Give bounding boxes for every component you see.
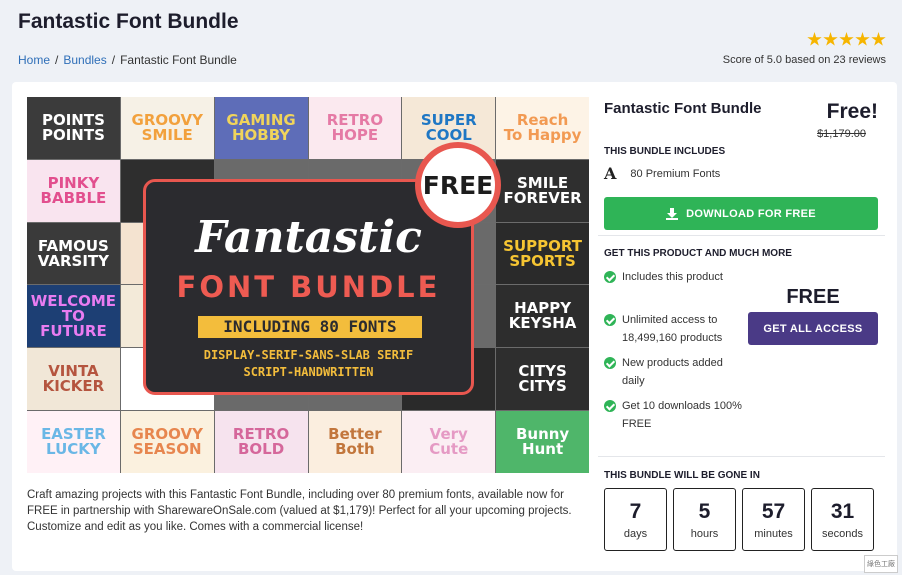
watermark-logo: 綠色工廠 [864,555,898,573]
get-all-access-button[interactable]: GET ALL ACCESS [748,312,878,345]
countdown-unit: days [623,527,648,540]
countdown-value: 5 [698,499,711,523]
font-preview-tile: EASTER LUCKY [27,411,120,473]
countdown-unit: seconds [822,527,863,540]
font-preview-tile: PINKY BABBLE [27,159,120,222]
font-preview-tile: GROOVY SEASON [120,411,214,473]
page-title: Fantastic Font Bundle [18,10,239,33]
feature-text: New products added daily [622,357,723,387]
font-preview-tile: RETRO HOPE [308,97,402,159]
check-icon [604,400,616,412]
hero-script-title: Fantastic [195,212,422,263]
breadcrumb: Home / Bundles / Fantastic Font Bundle [18,53,237,67]
countdown-seconds: 31 seconds [811,488,874,551]
font-preview-tile: Very Cute [402,411,496,473]
more-label: GET THIS PRODUCT AND MUCH MORE [604,248,792,259]
font-preview-tile: Reach To Happy [496,97,589,159]
font-preview-tile: CITYS CITYS [496,348,589,411]
countdown-minutes: 57 minutes [742,488,805,551]
free-badge: FREE [415,142,501,228]
font-preview-tile: SMILE FOREVER [496,159,589,222]
font-icon: A [604,164,617,183]
download-button-label: DOWNLOAD FOR FREE [686,207,816,220]
font-preview-tile: WELCOME TO FUTURE [27,285,120,348]
star-icon [839,32,854,46]
star-icon [823,32,838,46]
includes-text: 80 Premium Fonts [630,167,721,180]
font-preview-tile: Bunny Hunt [496,411,589,473]
countdown-unit: minutes [754,527,793,540]
font-preview-tile: VINTA KICKER [27,348,120,411]
hero-including-banner: INCLUDING 80 FONTS [198,316,422,338]
rating-score: Score of 5.0 based on 23 reviews [722,54,886,66]
bundle-includes-item: A 80 Premium Fonts [604,164,720,183]
check-icon [604,271,616,283]
font-preview-tile: GAMING HOBBY [214,97,308,159]
hero-styles-line: SCRIPT-HANDWRITTEN [243,365,374,379]
bundle-description: Craft amazing projects with this Fantast… [27,489,572,533]
breadcrumb-bundles-link[interactable]: Bundles [63,53,106,67]
font-preview-tile: HAPPY KEYSHA [496,285,589,348]
countdown-value: 57 [761,499,786,523]
countdown-days: 7 days [604,488,667,551]
breadcrumb-separator: / [111,53,116,67]
countdown-hours: 5 hours [673,488,736,551]
feature-item: Includes this product [604,268,744,286]
feature-item: New products added daily [604,354,744,390]
price: Free! [826,100,878,123]
download-for-free-button[interactable]: DOWNLOAD FOR FREE [604,197,878,230]
font-preview-tile: FAMOUS VARSITY [27,222,120,285]
countdown-label: THIS BUNDLE WILL BE GONE IN [604,470,760,481]
feature-item: Get 10 downloads 100% FREE [604,397,744,433]
bundle-hero-image: POINTS POINTS GROOVY SMILE GAMING HOBBY RET… [27,97,589,473]
countdown-timer: 7 days 5 hours 57 minutes 31 seconds [604,488,874,551]
feature-item: Unlimited access to 18,499,160 products [604,311,744,347]
font-preview-tile: Better Both [308,411,402,473]
rating-stars [807,32,886,47]
breadcrumb-home-link[interactable]: Home [18,53,50,67]
check-icon [604,314,616,326]
divider [598,235,885,236]
countdown-value: 31 [830,499,855,523]
breadcrumb-separator: / [55,53,59,67]
hero-styles-line: DISPLAY-SERIF-SANS-SLAB SERIF [203,348,414,362]
breadcrumb-current: Fantastic Font Bundle [120,53,237,67]
feature-text: Unlimited access to 18,499,160 products [622,314,723,344]
download-icon [666,207,679,220]
bundle-includes-label: THIS BUNDLE INCLUDES [604,146,726,157]
original-price: $1,179.00 [817,128,866,140]
font-preview-tile: POINTS POINTS [27,97,120,159]
font-preview-tile: SUPPORT SPORTS [496,222,589,285]
feature-text: Includes this product [622,271,723,283]
star-icon [807,32,822,46]
feature-text: Get 10 downloads 100% FREE [622,400,742,430]
font-preview-tile: GROOVY SMILE [120,97,214,159]
product-name: Fantastic Font Bundle [604,100,762,117]
countdown-unit: hours [690,527,719,540]
hero-bundle-title: FONT BUNDLE [176,270,441,304]
star-icon [871,32,886,46]
font-preview-tile: RETRO BOLD [214,411,308,473]
divider [598,456,885,457]
all-access-price: FREE [786,286,840,308]
star-icon [855,32,870,46]
check-icon [604,357,616,369]
countdown-value: 7 [629,499,642,523]
